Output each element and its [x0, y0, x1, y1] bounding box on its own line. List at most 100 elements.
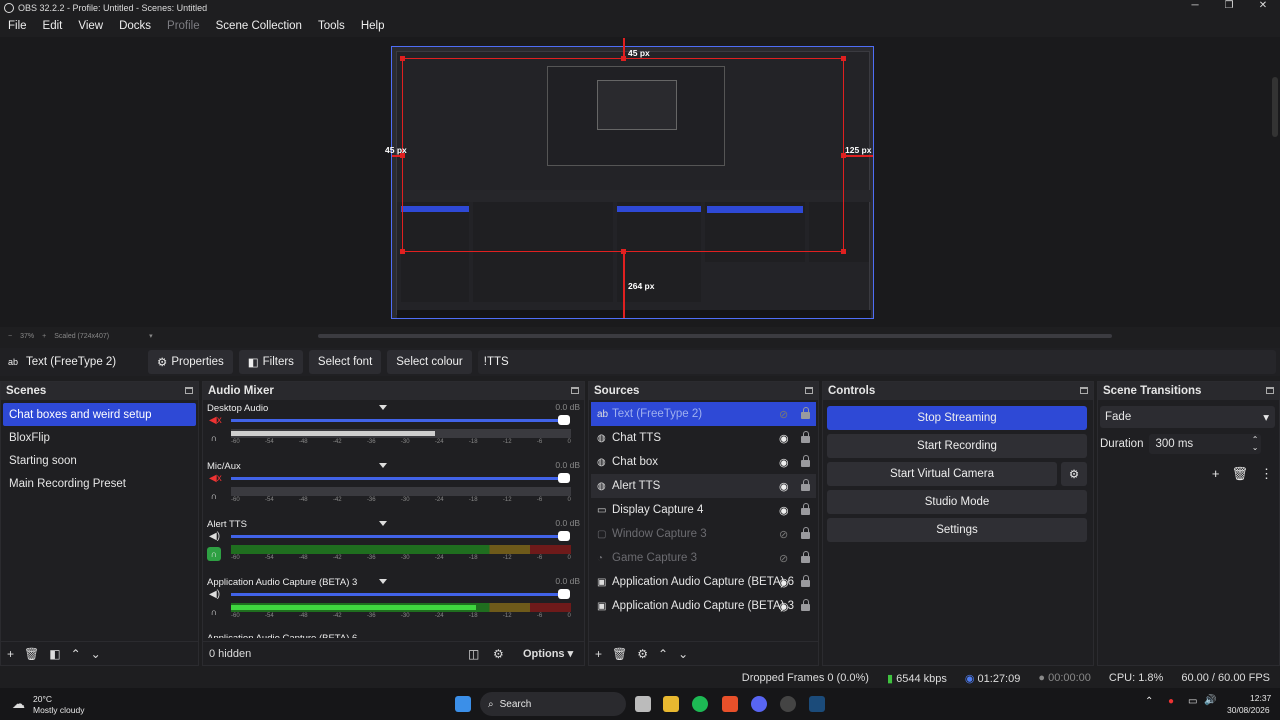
volume-slider-knob[interactable] — [558, 473, 570, 483]
volume-slider[interactable] — [231, 477, 566, 480]
move-up-icon[interactable]: ⌃ — [658, 647, 668, 661]
eye-icon[interactable]: ◉ — [779, 480, 789, 493]
move-down-icon[interactable]: ⌄ — [678, 647, 688, 661]
link-icon[interactable]: ⚙ — [493, 647, 504, 661]
undock-icon[interactable] — [1080, 387, 1088, 394]
headphones-icon[interactable]: ∩ — [207, 489, 221, 503]
source-item[interactable]: ◍ Alert TTS ◉ — [591, 474, 816, 498]
add-icon[interactable]: + — [595, 647, 602, 661]
eye-icon[interactable]: ◉ — [779, 432, 789, 445]
menu-file[interactable]: File — [0, 20, 35, 32]
clock-time[interactable]: 12:37 — [1250, 693, 1271, 703]
eye-icon[interactable]: ◉ — [779, 576, 789, 589]
lock-icon[interactable] — [801, 551, 810, 563]
menu-scene-collection[interactable]: Scene Collection — [208, 20, 310, 32]
source-item[interactable]: ▣ Application Audio Capture (BETA) 6 ◉ — [591, 570, 816, 594]
resize-handle[interactable] — [400, 56, 405, 61]
studio-mode-button[interactable]: Studio Mode — [827, 490, 1087, 514]
resize-handle[interactable] — [841, 56, 846, 61]
discord-icon[interactable] — [751, 696, 767, 712]
move-down-icon[interactable]: ⌄ — [91, 647, 101, 661]
chevron-down-icon[interactable] — [379, 463, 387, 468]
volume-slider[interactable] — [231, 535, 566, 538]
lock-icon[interactable] — [801, 407, 810, 419]
source-item[interactable]: ◍ Chat box ◉ — [591, 450, 816, 474]
settings-button[interactable]: Settings — [827, 518, 1087, 542]
zoom-out-button[interactable]: − — [8, 333, 12, 340]
chevron-down-icon[interactable] — [379, 521, 387, 526]
steam-icon[interactable] — [809, 696, 825, 712]
resize-handle[interactable] — [841, 249, 846, 254]
select-colour-button[interactable]: Select colour — [387, 350, 472, 374]
filters-button[interactable]: ◧ Filters — [238, 350, 303, 374]
properties-button[interactable]: ⚙ Properties — [148, 350, 233, 374]
transition-select[interactable]: Fade ▾ — [1100, 406, 1275, 428]
more-icon[interactable]: ⋮ — [1260, 466, 1273, 482]
source-item[interactable]: ab Text (FreeType 2) ⊘ — [591, 402, 816, 426]
chevron-down-icon[interactable] — [379, 405, 387, 410]
minimize-button[interactable]: ─ — [1178, 0, 1212, 11]
headphones-icon[interactable]: ∩ — [207, 605, 221, 619]
text-input[interactable]: !TTS — [477, 350, 1276, 374]
resize-handle[interactable] — [400, 249, 405, 254]
volume-icon[interactable]: 🔊 — [1204, 695, 1216, 706]
filter-icon[interactable]: ◧ — [49, 647, 60, 661]
lock-icon[interactable] — [801, 431, 810, 443]
taskbar-search[interactable]: ⌕ Search — [480, 692, 626, 716]
add-icon[interactable]: + — [7, 647, 14, 661]
zoom-in-button[interactable]: + — [42, 333, 46, 340]
close-button[interactable]: ✕ — [1246, 0, 1280, 11]
trash-icon[interactable]: 🗑 — [1231, 466, 1248, 482]
volume-slider[interactable] — [231, 593, 566, 596]
source-item[interactable]: ▣ Application Audio Capture (BETA) 3 ◉ — [591, 594, 816, 618]
chevron-down-icon[interactable]: ▾ — [149, 332, 153, 340]
menu-edit[interactable]: Edit — [35, 20, 71, 32]
spin-icon[interactable]: ⌃ ⌄ — [1252, 436, 1259, 452]
gear-icon[interactable]: ⚙ — [637, 647, 648, 661]
scene-item[interactable]: Main Recording Preset — [3, 472, 196, 495]
tray-chevron-icon[interactable]: ⌃ — [1145, 696, 1153, 707]
source-item[interactable]: ◔ Game Capture 3 ⊘ — [591, 546, 816, 570]
virtual-camera-settings-icon[interactable]: ⚙ — [1061, 462, 1087, 486]
eye-hidden-icon[interactable]: ⊘ — [779, 552, 788, 565]
chevron-down-icon[interactable] — [379, 579, 387, 584]
headphones-icon[interactable]: ∩ — [207, 547, 221, 561]
windows-start-icon[interactable] — [455, 696, 471, 712]
preview-vscroll[interactable] — [1272, 77, 1278, 137]
speaker-icon[interactable]: ◀x — [209, 473, 222, 484]
network-icon[interactable]: ▭ — [1188, 696, 1197, 707]
eye-hidden-icon[interactable]: ⊘ — [779, 528, 788, 541]
volume-slider-knob[interactable] — [558, 531, 570, 541]
volume-slider[interactable] — [231, 419, 566, 422]
source-item[interactable]: ▢ Window Capture 3 ⊘ — [591, 522, 816, 546]
eye-hidden-icon[interactable]: ⊘ — [779, 408, 788, 421]
source-item[interactable]: ▭ Display Capture 4 ◉ — [591, 498, 816, 522]
lock-icon[interactable] — [801, 503, 810, 515]
menu-profile[interactable]: Profile — [159, 20, 208, 32]
add-icon[interactable]: + — [1212, 466, 1220, 482]
trash-icon[interactable]: 🗑 — [612, 647, 627, 661]
start-recording-button[interactable]: Start Recording — [827, 434, 1087, 458]
headphones-icon[interactable]: ∩ — [207, 431, 221, 445]
scene-item[interactable]: Starting soon — [3, 449, 196, 472]
move-up-icon[interactable]: ⌃ — [71, 647, 81, 661]
scene-item[interactable]: BloxFlip — [3, 426, 196, 449]
lock-icon[interactable] — [801, 599, 810, 611]
file-explorer-icon[interactable] — [663, 696, 679, 712]
volume-slider-knob[interactable] — [558, 415, 570, 425]
obs-icon[interactable] — [780, 696, 796, 712]
duration-input[interactable]: 300 ms ⌃ ⌄ — [1149, 434, 1262, 454]
menu-help[interactable]: Help — [353, 20, 393, 32]
speaker-icon[interactable]: ◀) — [209, 531, 220, 542]
undock-icon[interactable] — [571, 387, 579, 394]
lock-icon[interactable] — [801, 527, 810, 539]
speaker-icon[interactable]: ◀x — [209, 415, 222, 426]
undock-icon[interactable] — [185, 387, 193, 394]
options-button[interactable]: Options ▾ — [523, 647, 573, 660]
lock-icon[interactable] — [801, 479, 810, 491]
menu-docks[interactable]: Docks — [111, 20, 159, 32]
eye-icon[interactable]: ◉ — [779, 504, 789, 517]
scene-item[interactable]: Chat boxes and weird setup — [3, 403, 196, 426]
start-virtual-camera-button[interactable]: Start Virtual Camera — [827, 462, 1057, 486]
eye-icon[interactable]: ◉ — [779, 456, 789, 469]
